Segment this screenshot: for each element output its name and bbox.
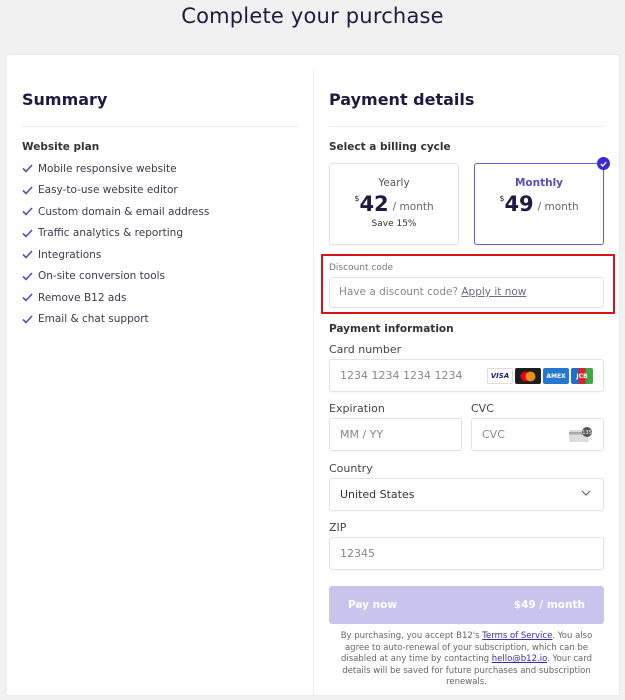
pay-button-amount: $49 / month xyxy=(513,599,585,611)
price-period: / month xyxy=(392,201,434,213)
discount-label: Discount code xyxy=(329,263,394,273)
country-select[interactable]: United States xyxy=(329,478,604,511)
pay-now-button[interactable]: Pay now $49 / month xyxy=(329,586,604,624)
zip-placeholder: 12345 xyxy=(340,547,375,560)
check-icon xyxy=(22,272,33,281)
mastercard-icon xyxy=(515,368,541,384)
cvc-input[interactable]: CVC 135 xyxy=(471,418,604,451)
feature-item: Integrations xyxy=(22,244,209,266)
expiration-input[interactable]: MM / YY xyxy=(329,418,462,451)
feature-label: Easy-to-use website editor xyxy=(38,184,178,197)
feature-label: Remove B12 ads xyxy=(38,291,127,304)
support-email-link[interactable]: hello@b12.io xyxy=(492,654,547,664)
savings-note: Save 15% xyxy=(371,219,417,229)
feature-item: On-site conversion tools xyxy=(22,266,209,288)
billing-option-monthly[interactable]: Monthly $ 49 / month xyxy=(474,157,610,245)
jcb-icon: JCB xyxy=(571,368,593,384)
cvc-card-icon: 135 xyxy=(569,427,592,442)
payment-divider xyxy=(329,126,604,127)
svg-text:135: 135 xyxy=(582,430,592,436)
expiration-label: Expiration xyxy=(329,402,385,415)
payment-info-title: Payment information xyxy=(329,323,454,335)
legal-text: By purchasing, you accept B12's xyxy=(340,631,483,641)
selected-check-icon xyxy=(597,157,610,170)
feature-label: Traffic analytics & reporting xyxy=(38,227,183,240)
legal-notice: By purchasing, you accept B12's Terms of… xyxy=(329,631,604,689)
feature-item: Remove B12 ads xyxy=(22,287,209,309)
visa-icon: VISA xyxy=(487,368,513,384)
cycle-name: Monthly xyxy=(514,177,564,189)
country-value: United States xyxy=(340,488,415,501)
feature-item: Traffic analytics & reporting xyxy=(22,223,209,245)
check-icon xyxy=(22,250,33,259)
column-divider xyxy=(313,69,314,695)
cvc-placeholder: CVC xyxy=(482,428,505,441)
payment-title: Payment details xyxy=(329,90,475,109)
page-title: Complete your purchase xyxy=(181,4,444,28)
cycle-price: $ 42 / month xyxy=(330,192,458,216)
feature-label: Integrations xyxy=(38,248,102,261)
feature-item: Mobile responsive website xyxy=(22,158,209,180)
discount-code-input[interactable]: Have a discount code? Apply it now xyxy=(329,277,604,308)
cycle-name: Yearly xyxy=(378,177,410,189)
price-amount: 42 xyxy=(359,192,389,216)
cycle-price: $ 49 / month xyxy=(475,192,603,216)
feature-item: Custom domain & email address xyxy=(22,201,209,223)
check-icon xyxy=(22,229,33,238)
price-amount: 49 xyxy=(504,192,534,216)
card-number-placeholder: 1234 1234 1234 1234 xyxy=(340,369,463,382)
discount-section: Discount code Have a discount code? Appl… xyxy=(321,254,615,314)
chevron-down-icon xyxy=(581,490,591,496)
check-icon xyxy=(22,315,33,324)
summary-divider xyxy=(22,126,298,127)
feature-item: Easy-to-use website editor xyxy=(22,180,209,202)
discount-prompt: Have a discount code? xyxy=(339,286,459,298)
price-period: / month xyxy=(537,201,579,213)
zip-input[interactable]: 12345 xyxy=(329,537,604,570)
feature-label: Email & chat support xyxy=(38,313,149,326)
summary-title: Summary xyxy=(22,90,108,109)
billing-cycle-label: Select a billing cycle xyxy=(329,141,451,153)
check-icon xyxy=(22,293,33,302)
feature-item: Email & chat support xyxy=(22,309,209,331)
amex-icon: AMEX xyxy=(543,368,569,384)
checkout-card: Summary Website plan Mobile responsive w… xyxy=(7,55,619,695)
expiration-placeholder: MM / YY xyxy=(340,428,384,441)
feature-label: Mobile responsive website xyxy=(38,162,177,175)
check-icon xyxy=(22,186,33,195)
feature-label: Custom domain & email address xyxy=(38,205,210,218)
zip-label: ZIP xyxy=(329,521,347,534)
card-number-label: Card number xyxy=(329,343,402,356)
pay-button-label: Pay now xyxy=(348,599,398,611)
plan-title: Website plan xyxy=(22,141,100,153)
check-icon xyxy=(22,164,33,173)
check-icon xyxy=(22,207,33,216)
card-brands: VISA AMEX JCB xyxy=(487,368,593,384)
feature-list: Mobile responsive website Easy-to-use we… xyxy=(22,158,209,330)
terms-of-service-link[interactable]: Terms of Service xyxy=(482,631,552,641)
card-number-input[interactable]: 1234 1234 1234 1234 VISA AMEX JCB xyxy=(329,359,604,392)
apply-discount-link[interactable]: Apply it now xyxy=(461,286,526,298)
cvc-label: CVC xyxy=(471,402,494,415)
feature-label: On-site conversion tools xyxy=(38,270,166,283)
country-label: Country xyxy=(329,462,373,475)
billing-option-yearly[interactable]: Yearly $ 42 / month Save 15% xyxy=(329,163,459,245)
